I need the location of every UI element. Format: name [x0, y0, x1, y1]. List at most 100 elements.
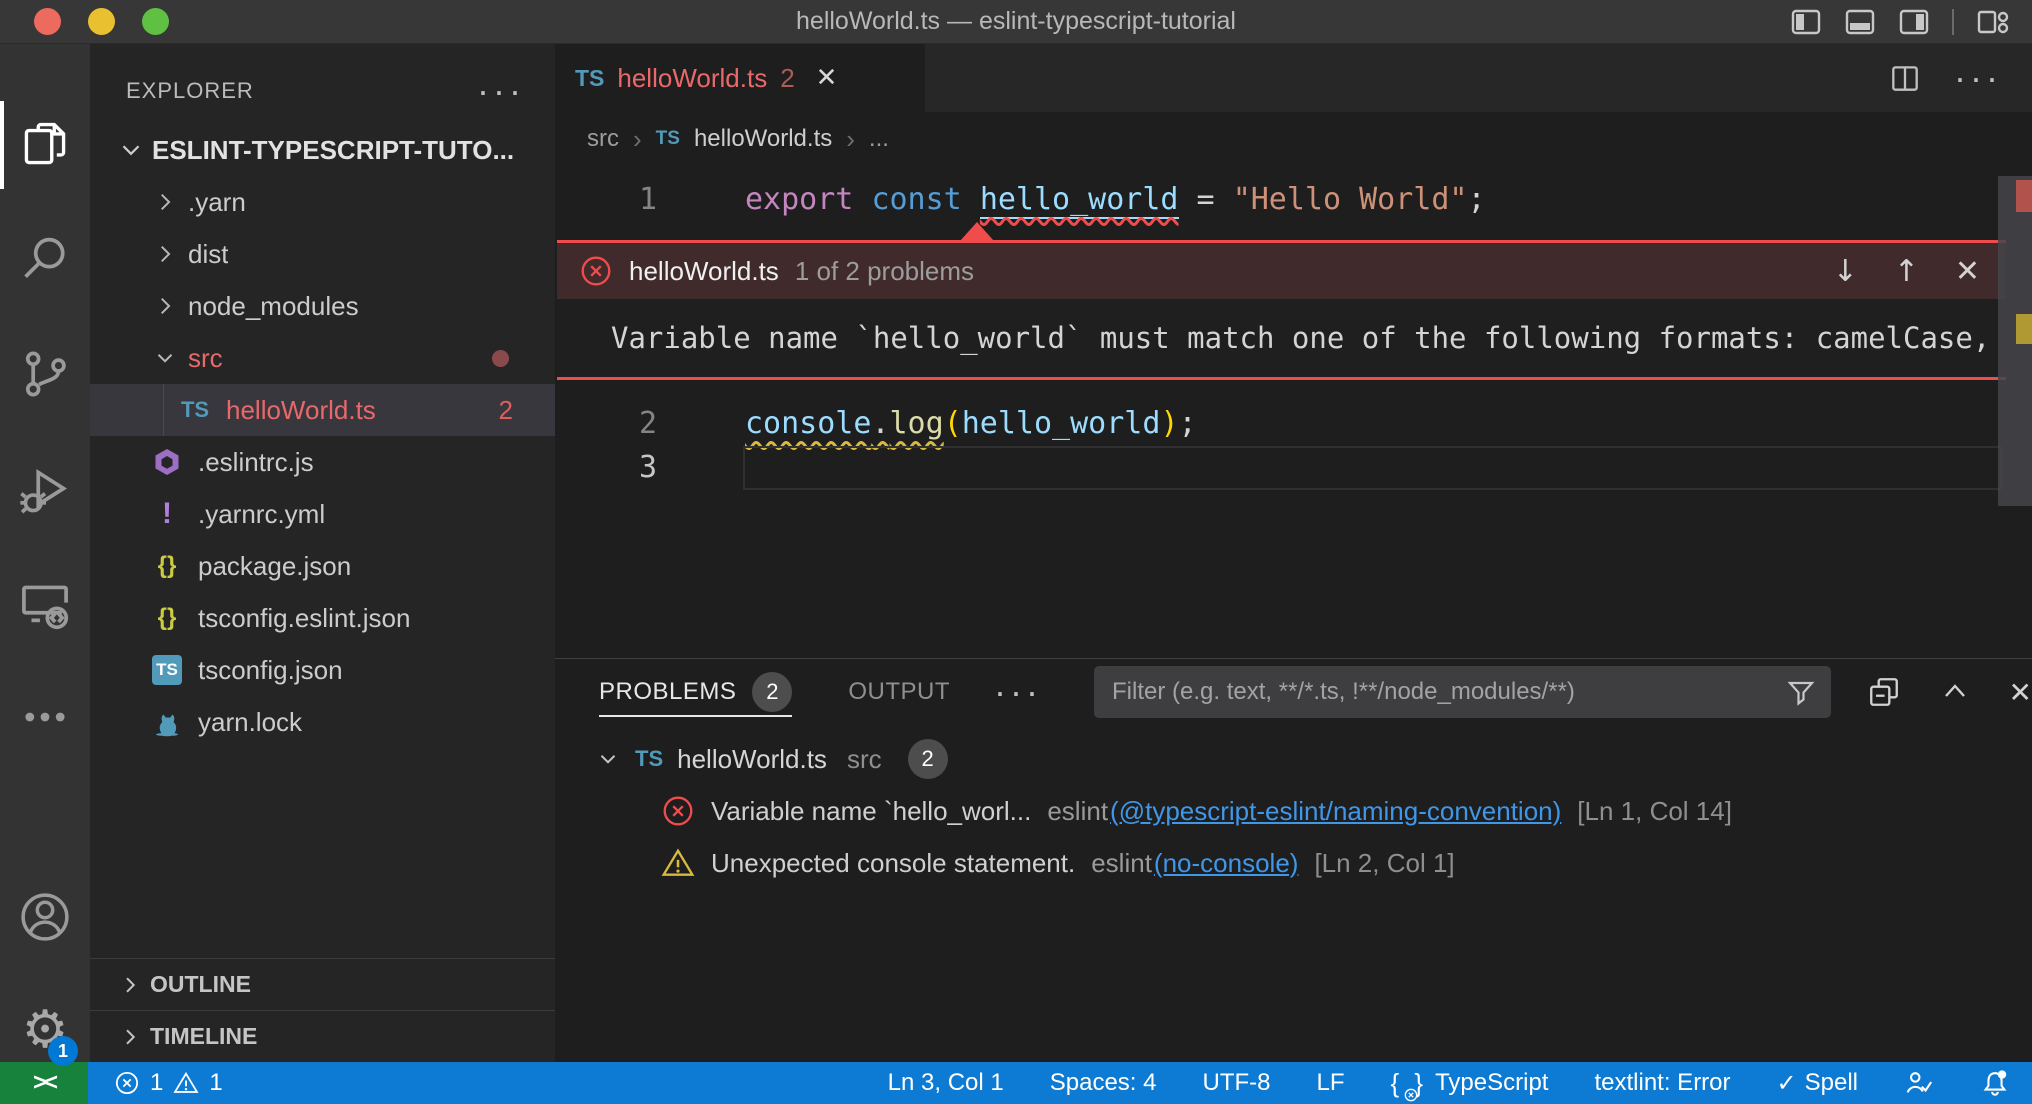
tree-item-yarnrc-file[interactable]: ! .yarnrc.yml: [90, 488, 555, 540]
tree-item-tsconfig-file[interactable]: TS tsconfig.json: [90, 644, 555, 696]
code-token: [962, 182, 980, 217]
breadcrumb-folder[interactable]: src: [587, 125, 619, 153]
chevron-down-icon: [116, 135, 146, 165]
error-icon: [114, 1070, 140, 1096]
code-line-3-current[interactable]: 3: [555, 446, 2032, 490]
notifications-bell-icon[interactable]: [1980, 1068, 2010, 1098]
editor-more-actions-icon[interactable]: ···: [1954, 72, 2002, 85]
status-indentation[interactable]: Spaces: 4: [1050, 1069, 1157, 1097]
code-token: export: [745, 182, 853, 217]
search-icon[interactable]: [0, 213, 90, 305]
editor-group: TS helloWorld.ts 2 ✕ ··· src › TS helloW…: [555, 44, 2032, 1062]
tab-problems[interactable]: PROBLEMS 2: [599, 659, 792, 725]
tree-item-yarn-folder[interactable]: .yarn: [90, 176, 555, 228]
status-cursor-position[interactable]: Ln 3, Col 1: [888, 1069, 1004, 1097]
code-token: ): [1160, 406, 1178, 441]
tab-close-icon[interactable]: ✕: [816, 63, 838, 93]
run-debug-icon[interactable]: [0, 445, 90, 537]
tree-item-node-modules-folder[interactable]: node_modules: [90, 280, 555, 332]
warning-icon: [173, 1070, 199, 1096]
problems-filter: [1094, 666, 1831, 718]
editor-scrollbar[interactable]: [1998, 166, 2032, 658]
toggle-sidebar-right-icon[interactable]: [1898, 6, 1930, 38]
status-language-mode[interactable]: { } TypeScript: [1391, 1068, 1549, 1099]
editor-actions: ···: [1888, 44, 2032, 112]
tab-output[interactable]: OUTPUT: [848, 678, 950, 706]
tree-item-eslintrc-file[interactable]: .eslintrc.js: [90, 436, 555, 488]
problem-row-warning[interactable]: Unexpected console statement. eslint (no…: [555, 837, 2032, 889]
code-line-content: export const hello_world = "Hello World"…: [745, 178, 1486, 222]
status-problems[interactable]: 1 1: [114, 1069, 223, 1097]
error-icon: [661, 794, 695, 828]
minimize-window-button[interactable]: [88, 8, 115, 35]
tree-item-package-json-file[interactable]: {} package.json: [90, 540, 555, 592]
json-file-icon: {}: [150, 601, 184, 635]
folder-label: dist: [188, 239, 228, 270]
zoom-window-button[interactable]: [142, 8, 169, 35]
code-line-1[interactable]: 1 export const hello_world = "Hello Worl…: [555, 178, 2032, 222]
timeline-section-header[interactable]: TIMELINE: [90, 1010, 555, 1062]
source-control-icon[interactable]: [0, 328, 90, 420]
maximize-panel-icon[interactable]: [1939, 676, 1971, 708]
settings-gear-icon[interactable]: ⚙ 1: [0, 984, 90, 1076]
customize-layout-icon[interactable]: [1976, 6, 2010, 38]
status-eol[interactable]: LF: [1316, 1069, 1344, 1097]
accounts-icon[interactable]: [0, 871, 90, 963]
close-window-button[interactable]: [34, 8, 61, 35]
next-problem-icon[interactable]: ↓: [1833, 254, 1858, 289]
problems-filter-input[interactable]: [1094, 666, 1831, 718]
code-token-warning: console.log: [745, 406, 944, 441]
filter-funnel-icon[interactable]: [1785, 676, 1817, 708]
feedback-person-icon[interactable]: [1904, 1068, 1934, 1098]
breadcrumb-separator: ›: [846, 124, 855, 155]
status-textlint[interactable]: textlint: Error: [1594, 1069, 1730, 1097]
peek-body[interactable]: Variable name `hello_world` must match o…: [557, 299, 2006, 377]
toggle-panel-icon[interactable]: [1844, 6, 1876, 38]
explorer-more-actions-icon[interactable]: ···: [477, 85, 525, 98]
previous-problem-icon[interactable]: ↑: [1894, 254, 1919, 289]
tree-item-yarn-lock-file[interactable]: yarn.lock: [90, 696, 555, 748]
problems-panel: PROBLEMS 2 OUTPUT ···: [555, 658, 2032, 1062]
settings-badge: 1: [48, 1036, 78, 1066]
tree-item-dist-folder[interactable]: dist: [90, 228, 555, 280]
breadcrumb-symbol[interactable]: ...: [869, 125, 889, 153]
outline-section-header[interactable]: OUTLINE: [90, 958, 555, 1010]
close-panel-icon[interactable]: ✕: [2009, 676, 2032, 709]
panel-more-tabs-icon[interactable]: ···: [994, 686, 1042, 699]
problem-rule-link[interactable]: (no-console): [1154, 848, 1299, 879]
tree-item-helloworld-file-selected[interactable]: TS helloWorld.ts 2: [90, 384, 555, 436]
code-line-2[interactable]: 2 console.log(hello_world);: [555, 402, 2032, 446]
problems-file-group[interactable]: TS helloWorld.ts src 2: [555, 733, 2032, 785]
breadcrumb-file[interactable]: helloWorld.ts: [694, 125, 832, 153]
folder-label: .yarn: [188, 187, 246, 218]
warning-count: 1: [209, 1069, 222, 1097]
code-editor[interactable]: 1 export const hello_world = "Hello Worl…: [555, 166, 2032, 658]
line-number: 3: [555, 446, 745, 490]
peek-anchor-arrow: [960, 222, 994, 241]
tree-root-folder[interactable]: ESLINT-TYPESCRIPT-TUTO...: [90, 124, 555, 176]
split-editor-icon[interactable]: [1888, 61, 1922, 95]
status-spell-checker[interactable]: ✓ Spell: [1777, 1069, 1858, 1097]
remote-explorer-icon[interactable]: [0, 560, 90, 652]
status-encoding[interactable]: UTF-8: [1202, 1069, 1270, 1097]
problem-location: [Ln 1, Col 14]: [1577, 796, 1732, 827]
eslint-file-icon: [150, 445, 184, 479]
code-token: [853, 182, 871, 217]
problem-row-error[interactable]: Variable name `hello_worl... eslint (@ty…: [555, 785, 2032, 837]
file-label: yarn.lock: [198, 707, 302, 738]
close-peek-icon[interactable]: ✕: [1955, 254, 1980, 289]
collapse-all-icon[interactable]: [1867, 675, 1901, 709]
tree-item-src-folder[interactable]: src: [90, 332, 555, 384]
problem-rule-link[interactable]: (@typescript-eslint/naming-convention): [1110, 796, 1561, 827]
root-folder-label: ESLINT-TYPESCRIPT-TUTO...: [152, 135, 514, 166]
chevron-right-icon: [152, 241, 178, 267]
tree-item-tsconfig-eslint-file[interactable]: {} tsconfig.eslint.json: [90, 592, 555, 644]
explorer-icon[interactable]: [0, 98, 90, 190]
indent-guide: [163, 384, 164, 436]
outline-label: OUTLINE: [150, 971, 251, 998]
file-label: .yarnrc.yml: [198, 499, 325, 530]
more-views-icon[interactable]: [0, 671, 90, 763]
panel-header: PROBLEMS 2 OUTPUT ···: [555, 659, 2032, 725]
toggle-sidebar-left-icon[interactable]: [1790, 6, 1822, 38]
tab-helloworld[interactable]: TS helloWorld.ts 2 ✕: [555, 44, 925, 112]
